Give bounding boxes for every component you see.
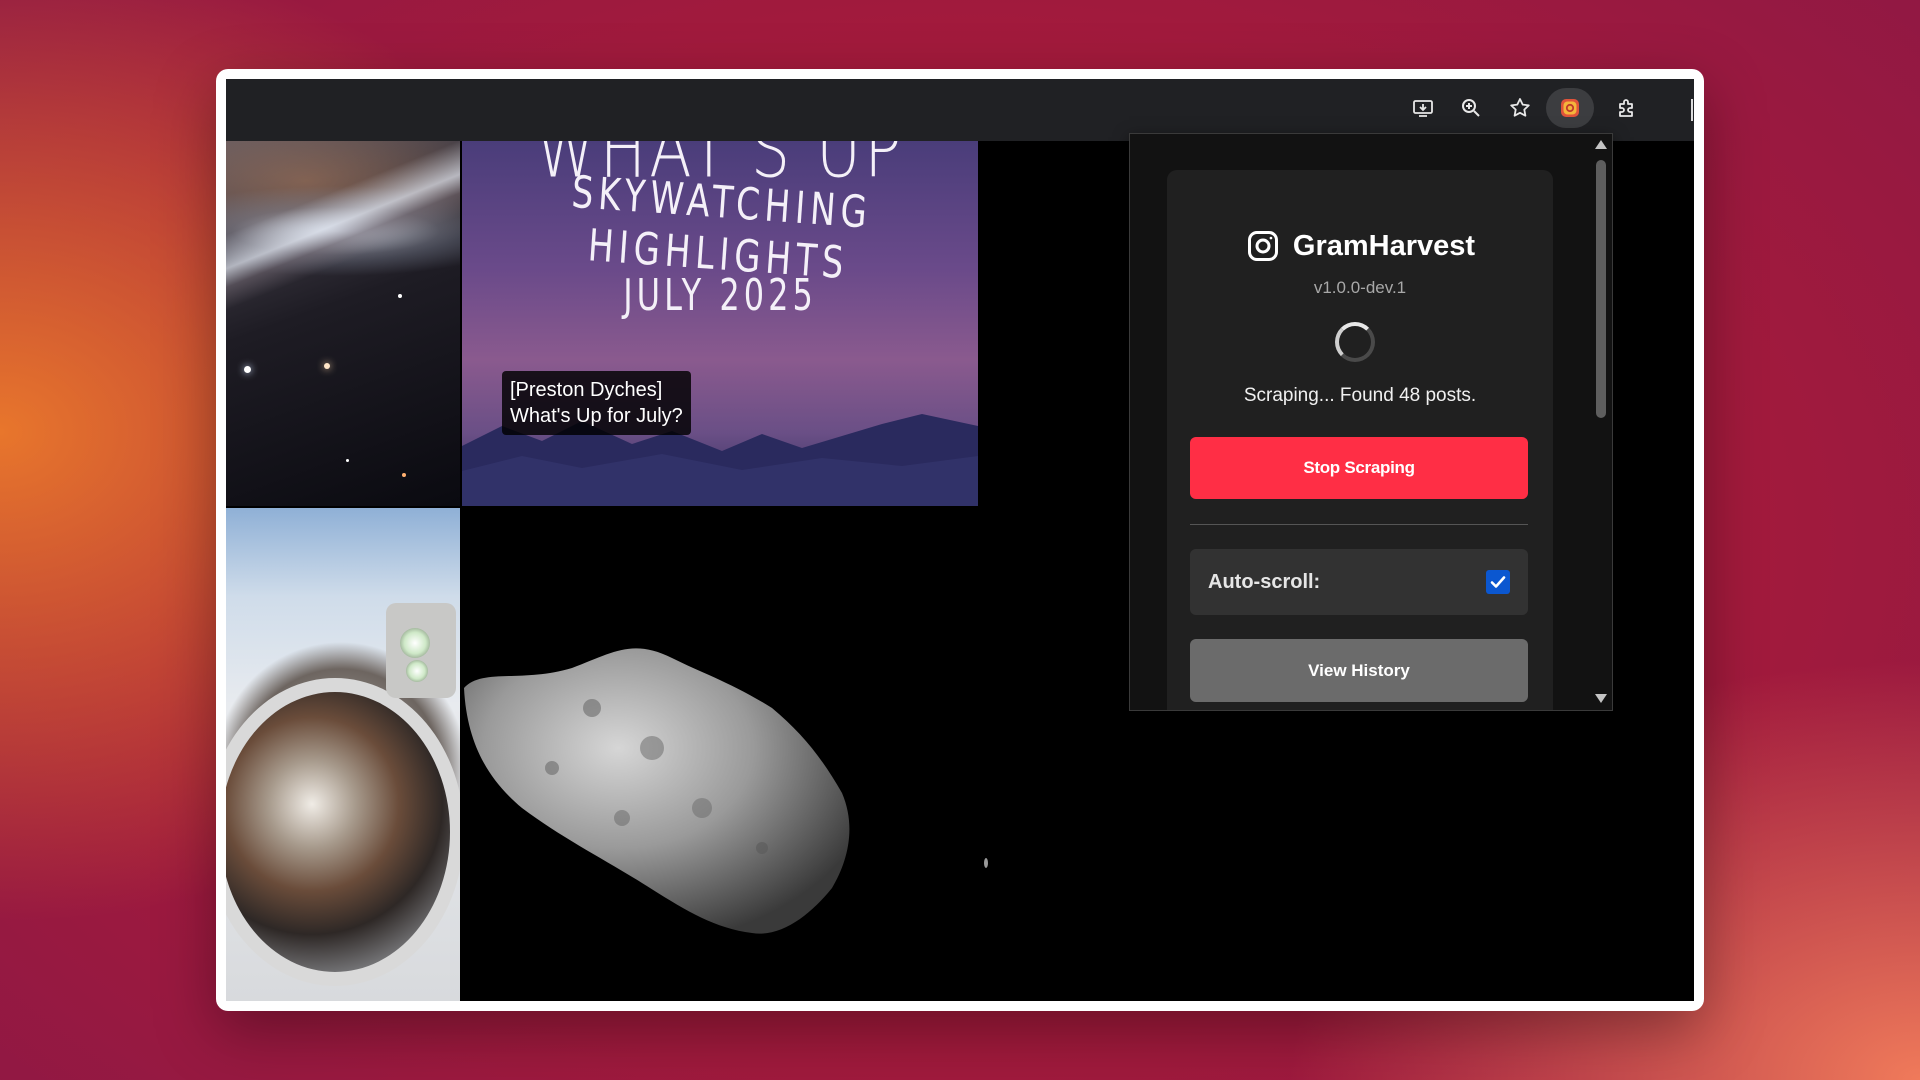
star: [402, 473, 406, 477]
gramharvest-extension-icon[interactable]: [1546, 88, 1594, 128]
install-app-icon[interactable]: [1406, 91, 1440, 125]
caption-title: What's Up for July?: [510, 405, 683, 427]
scroll-thumb[interactable]: [1596, 160, 1606, 418]
post-skywatching-image[interactable]: WHAT'S UP SKYWATCHING HIGHLIGHTS JULY 20…: [462, 141, 978, 506]
star: [324, 363, 330, 369]
helmet-lamp: [406, 660, 428, 682]
post-astronaut-image[interactable]: [226, 508, 460, 1001]
star: [244, 366, 251, 373]
scrape-status: Scraping... Found 48 posts.: [1243, 385, 1477, 406]
app-version: v1.0.0-dev.1: [1313, 278, 1407, 297]
stop-scraping-button[interactable]: Stop Scraping: [1190, 437, 1528, 499]
zoom-icon[interactable]: [1454, 91, 1488, 125]
auto-scroll-row[interactable]: Auto-scroll:: [1190, 549, 1528, 615]
loading-spinner-icon: [1335, 322, 1375, 362]
star: [398, 294, 402, 298]
extensions-puzzle-icon[interactable]: [1610, 91, 1644, 125]
auto-scroll-checkbox[interactable]: [1486, 570, 1510, 594]
galaxy-band: [226, 141, 460, 316]
helmet-visor: [226, 678, 460, 986]
app-name: GramHarvest: [1292, 229, 1476, 262]
checkmark-icon: [1490, 576, 1506, 588]
gramharvest-popup: GramHarvest v1.0.0-dev.1 Scraping... Fou…: [1129, 133, 1613, 711]
skywatch-date: JULY 2025: [623, 269, 817, 321]
post-galaxy-image[interactable]: [226, 141, 460, 506]
instagram-icon: [1247, 231, 1278, 261]
star: [346, 459, 349, 462]
caption-author: [Preston Dyches]: [510, 379, 663, 401]
popup-card: GramHarvest v1.0.0-dev.1 Scraping... Fou…: [1167, 170, 1553, 710]
scroll-down-arrow-icon[interactable]: [1595, 694, 1607, 703]
scroll-up-arrow-icon[interactable]: [1595, 140, 1607, 149]
toolbar-separator: [1691, 99, 1693, 121]
bookmark-star-icon[interactable]: [1503, 91, 1537, 125]
post-caption-overlay: [Preston Dyches] What's Up for July?: [502, 371, 691, 435]
view-history-button[interactable]: View History: [1190, 639, 1528, 702]
helmet-lamp: [400, 628, 430, 658]
popup-scrollbar[interactable]: [1590, 134, 1612, 710]
auto-scroll-label: Auto-scroll:: [1208, 571, 1321, 593]
divider: [1190, 524, 1528, 525]
brand-header: GramHarvest: [1167, 228, 1553, 264]
